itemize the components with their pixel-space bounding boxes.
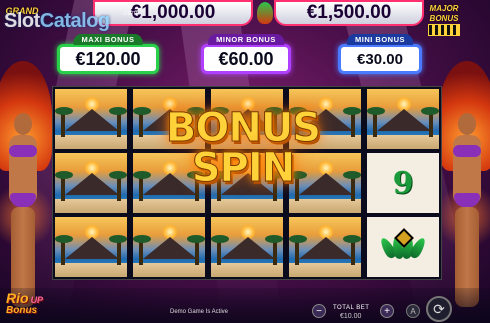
spin-button[interactable]: ⟳ <box>426 296 452 322</box>
maxi-bonus-panel: €120.00 MAXI BONUS <box>57 34 159 78</box>
reel-symbol-volcano <box>132 216 206 278</box>
major-bonus-badge-icon <box>428 24 460 36</box>
mini-bonus-value: €30.00 <box>338 44 422 74</box>
reel-symbol-volcano <box>210 152 284 214</box>
major-jackpot-value: €1,500.00 <box>306 2 392 23</box>
total-bet-value: €10.00 <box>340 313 362 320</box>
minor-bonus-panel: €60.00 MINOR BONUS <box>201 34 291 78</box>
nine-symbol-glyph: 9 <box>392 165 414 201</box>
reel-symbol-volcano <box>288 216 362 278</box>
minor-bonus-value: €60.00 <box>201 44 291 74</box>
watermark: SlotCatalog <box>4 10 110 33</box>
reel-symbol-volcano <box>288 88 362 150</box>
mini-bonus-panel: €30.00 MINI BONUS <box>338 34 422 78</box>
reel-symbol-volcano <box>132 152 206 214</box>
reel-grid: 9 <box>52 86 442 280</box>
left-dancer-image <box>0 61 52 311</box>
reel-symbol-nine: 9 <box>366 152 440 214</box>
increase-bet-button[interactable]: + <box>380 304 394 318</box>
mini-bonus-label: MINI BONUS <box>347 34 413 45</box>
reel-symbol-volcano <box>288 152 362 214</box>
reel-symbol-volcano <box>54 88 128 150</box>
minor-bonus-label: MINOR BONUS <box>208 34 284 45</box>
reel-symbol-volcano <box>366 88 440 150</box>
reel-symbol-volcano <box>210 216 284 278</box>
grand-jackpot-value: €1,000.00 <box>130 2 216 23</box>
watermark-suffix: .com <box>122 10 138 17</box>
reel-symbol-volcano <box>54 152 128 214</box>
watermark-part-b: Catalog <box>39 10 110 32</box>
watermark-part-a: Slot <box>4 10 40 32</box>
logo-line2: Bonus <box>6 305 38 316</box>
decrease-bet-button[interactable]: − <box>312 304 326 318</box>
parrot-icon <box>257 2 273 24</box>
game-stage: GRAND €1,000.00 €1,500.00 MAJOR BONUS Sl… <box>0 0 490 323</box>
grand-jackpot-panel: €1,000.00 <box>93 0 253 26</box>
logo-line1: Rio <box>6 290 29 306</box>
right-dancer-image <box>438 61 490 311</box>
reel-symbol-volcano <box>210 88 284 150</box>
reel-symbol-feather-gem <box>366 216 440 278</box>
major-jackpot-panel: €1,500.00 <box>274 0 424 26</box>
reel-symbol-volcano <box>132 88 206 150</box>
maxi-bonus-label: MAXI BONUS <box>73 34 143 45</box>
game-logo: Rio UP <box>6 290 43 306</box>
feather-gem-icon <box>378 228 428 265</box>
total-bet-label: TOTAL BET <box>333 305 370 311</box>
demo-status-text: Demo Game Is Active <box>170 309 229 315</box>
logo-sub: UP <box>30 295 44 305</box>
maxi-bonus-value: €120.00 <box>57 44 159 74</box>
reel-symbol-volcano <box>54 216 128 278</box>
autoplay-button[interactable]: A <box>406 304 420 318</box>
major-jackpot-label: MAJOR BONUS <box>429 4 459 23</box>
